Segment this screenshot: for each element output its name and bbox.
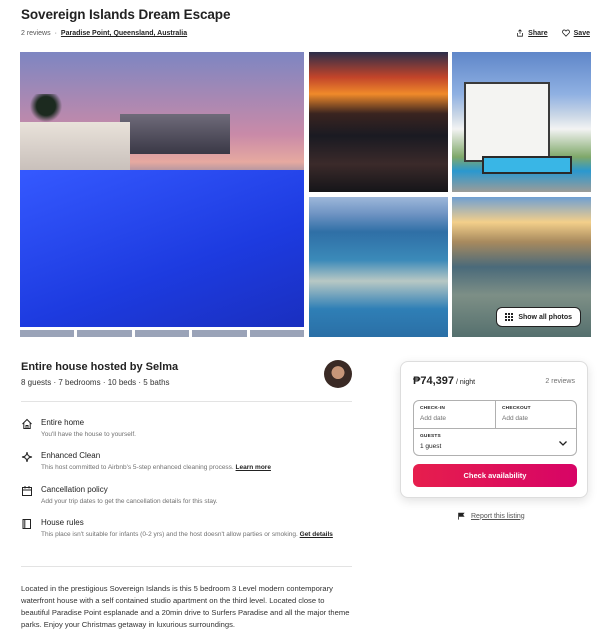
price-amount: ₱74,397	[413, 375, 454, 387]
booking-card: ₱74,397/ night 2 reviews CHECK-IN Add da…	[400, 361, 588, 498]
listing-meta: 2 reviews · Paradise Point, Queensland, Au…	[21, 30, 187, 37]
calendar-icon	[22, 486, 32, 496]
main-photo-pool[interactable]	[20, 52, 304, 327]
feature-desc: You'll have the house to yourself.	[41, 430, 351, 439]
feature-desc: This host committed to Airbnb's 5-step e…	[41, 463, 351, 472]
show-all-photos-button[interactable]: Show all photos	[496, 307, 581, 327]
save-label: Save	[573, 29, 590, 37]
show-all-photos-label: Show all photos	[518, 313, 572, 321]
photo-house-shape	[464, 82, 550, 162]
card-reviews-link[interactable]: 2 reviews	[545, 378, 575, 385]
save-button[interactable]: Save	[561, 29, 590, 37]
feature-desc-text: This host committed to Airbnb's 5-step e…	[41, 464, 234, 471]
photo-pool-shape	[482, 156, 572, 174]
thumbnail[interactable]	[192, 330, 247, 337]
home-icon	[22, 418, 32, 429]
report-listing-link[interactable]: Report this listing	[457, 512, 525, 520]
listing-description: Located in the prestigious Sovereign Isl…	[21, 584, 350, 629]
host-title: Entire house hosted by Selma	[21, 361, 179, 373]
flag-icon	[458, 512, 465, 520]
feature-desc: Add your trip dates to get the cancellat…	[41, 497, 351, 506]
checkin-value: Add date	[420, 415, 447, 422]
chevron-down-icon	[559, 441, 567, 446]
share-icon	[517, 29, 523, 37]
share-button[interactable]: Share	[516, 29, 548, 37]
feature-desc-text: You'll have the house to yourself.	[41, 431, 136, 438]
checkout-field[interactable]: CHECKOUT Add date	[495, 401, 576, 429]
feature-desc-text: This place isn't suitable for infants (0…	[41, 531, 298, 538]
checkin-label: CHECK-IN	[420, 406, 446, 411]
photo-pool-water	[20, 170, 304, 327]
listing-actions: Share Save	[516, 29, 590, 37]
feature-desc: This place isn't suitable for infants (0…	[41, 530, 351, 539]
check-availability-button[interactable]: Check availability	[413, 464, 577, 487]
sparkle-icon	[21, 451, 33, 463]
book-icon	[22, 519, 31, 529]
photo-palm	[26, 94, 66, 124]
thumbnail[interactable]	[134, 330, 190, 337]
reviews-link[interactable]: 2 reviews	[21, 30, 51, 37]
guests-label: GUESTS	[420, 434, 441, 439]
feature-name: Enhanced Clean	[41, 451, 101, 460]
feature-name: Cancellation policy	[41, 485, 108, 494]
guests-value: 1 guest	[420, 443, 442, 450]
date-row: CHECK-IN Add date CHECKOUT Add date	[414, 401, 576, 429]
checkout-label: CHECKOUT	[502, 406, 531, 411]
thumbnail[interactable]	[20, 330, 75, 337]
feature-name: Entire home	[41, 418, 85, 427]
meta-separator: ·	[54, 30, 57, 37]
price-per-night: / night	[455, 379, 476, 386]
feature-name: House rules	[41, 518, 84, 527]
divider	[21, 566, 352, 567]
divider	[21, 401, 352, 402]
listing-title: Sovereign Islands Dream Escape	[21, 7, 231, 22]
photo-buildings	[120, 114, 230, 154]
thumbnail[interactable]	[77, 330, 132, 337]
thumbnail[interactable]	[249, 330, 305, 337]
learn-more-link[interactable]: Learn more	[236, 464, 271, 471]
grid-icon	[505, 313, 514, 321]
date-guest-picker: CHECK-IN Add date CHECKOUT Add date GUES…	[413, 400, 577, 456]
guests-select[interactable]: GUESTS 1 guest	[414, 429, 576, 457]
photo-aerial-sunset[interactable]: Show all photos	[452, 197, 591, 337]
checkin-field[interactable]: CHECK-IN Add date	[414, 401, 495, 429]
location-link[interactable]: Paradise Point, Queensland, Australia	[61, 30, 187, 37]
host-summary: 8 guests · 7 bedrooms · 10 beds · 5 bath…	[21, 378, 170, 387]
checkout-value: Add date	[502, 415, 529, 422]
price: ₱74,397/ night	[413, 375, 475, 387]
get-details-link[interactable]: Get details	[300, 531, 333, 538]
thumbnail-strip	[20, 330, 305, 337]
photo-wall	[20, 122, 130, 170]
share-label: Share	[528, 29, 548, 37]
photo-house-exterior[interactable]	[452, 52, 591, 192]
host-avatar[interactable]	[324, 360, 352, 388]
feature-desc-text: Add your trip dates to get the cancellat…	[41, 498, 218, 505]
photo-aerial-islands[interactable]	[309, 197, 448, 337]
heart-icon	[561, 29, 570, 37]
photo-sunset-canal[interactable]	[309, 52, 448, 192]
report-listing-label: Report this listing	[471, 512, 525, 520]
photo-gallery: Show all photos	[20, 52, 591, 337]
